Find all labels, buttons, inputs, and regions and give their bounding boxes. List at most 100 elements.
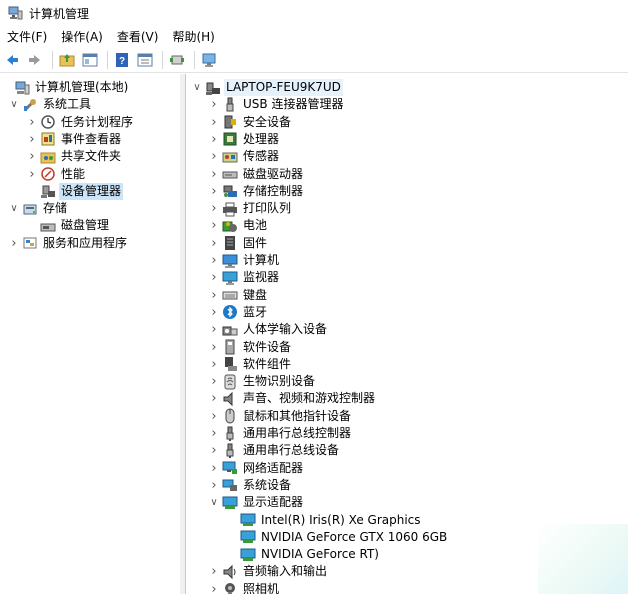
chevron-right-icon[interactable]: › <box>208 356 220 373</box>
toolbar: ? <box>0 48 628 73</box>
device-category-24[interactable]: › 音频输入和输出 <box>208 563 329 580</box>
device-category-9[interactable]: › 计算机 <box>208 252 281 269</box>
menu-help[interactable]: 帮助(H) <box>165 26 221 48</box>
nav-item-2[interactable]: › 任务计划程序 <box>26 114 135 131</box>
device-category-7[interactable]: › 电池 <box>208 217 269 234</box>
chevron-right-icon[interactable]: › <box>208 252 220 269</box>
device-category-14[interactable]: › 软件设备 <box>208 339 293 356</box>
chevron-right-icon[interactable]: › <box>208 131 220 148</box>
chevron-right-icon[interactable]: › <box>208 114 220 131</box>
device-category-12[interactable]: › 蓝牙 <box>208 304 269 321</box>
chevron-right-icon[interactable]: › <box>208 581 220 594</box>
device-item-1[interactable]: NVIDIA GeForce GTX 1060 6GB <box>226 529 449 546</box>
chevron-right-icon[interactable]: › <box>208 217 220 234</box>
device-category-15[interactable]: › 软件组件 <box>208 356 293 373</box>
nav-item-0[interactable]: 计算机管理(本地) <box>0 79 130 96</box>
device-category-13[interactable]: › 人体学输入设备 <box>208 321 329 338</box>
disk-drive-icon <box>222 166 238 182</box>
chevron-right-icon[interactable]: › <box>208 425 220 442</box>
device-category-10[interactable]: › 监视器 <box>208 269 281 286</box>
device-category-22[interactable]: › 系统设备 <box>208 477 293 494</box>
tree-item-label: 存储控制器 <box>243 183 304 198</box>
device-category-16[interactable]: › 生物识别设备 <box>208 373 317 390</box>
monitor-icon <box>222 270 238 286</box>
device-category-8[interactable]: › 固件 <box>208 235 269 252</box>
firmware-icon <box>222 235 238 251</box>
chevron-right-icon[interactable]: › <box>208 321 220 338</box>
chevron-right-icon[interactable]: › <box>208 96 220 113</box>
chevron-right-icon[interactable]: › <box>208 460 220 477</box>
up-folder-icon[interactable] <box>57 50 77 70</box>
chevron-right-icon[interactable]: › <box>208 200 220 217</box>
chevron-right-icon[interactable]: › <box>208 442 220 459</box>
device-category-0[interactable]: › USB 连接器管理器 <box>208 96 345 113</box>
chevron-right-icon[interactable]: › <box>8 235 20 252</box>
menu-action[interactable]: 操作(A) <box>54 26 110 48</box>
biometric-icon <box>222 374 238 390</box>
device-category-19[interactable]: › 通用串行总线控制器 <box>208 425 353 442</box>
nav-item-3[interactable]: › 事件查看器 <box>26 131 123 148</box>
chevron-right-icon[interactable]: › <box>208 287 220 304</box>
nav-item-9[interactable]: › 服务和应用程序 <box>8 235 129 252</box>
device-item-0[interactable]: Intel(R) Iris(R) Xe Graphics <box>226 512 423 529</box>
chevron-right-icon[interactable]: › <box>26 131 38 148</box>
device-category-4[interactable]: › 磁盘驱动器 <box>208 166 305 183</box>
chevron-right-icon[interactable]: › <box>208 390 220 407</box>
device-category-11[interactable]: › 键盘 <box>208 287 269 304</box>
nav-item-1[interactable]: ∨ 系统工具 <box>8 96 93 113</box>
display-adapter-child-icon <box>240 547 256 563</box>
chevron-down-icon[interactable]: ∨ <box>8 96 20 113</box>
chevron-right-icon[interactable]: › <box>208 148 220 165</box>
device-category-21[interactable]: › 网络适配器 <box>208 460 305 477</box>
device-category-25[interactable]: › 照相机 <box>208 581 281 594</box>
nav-item-6[interactable]: 设备管理器 <box>26 182 124 200</box>
chevron-right-icon[interactable]: › <box>208 477 220 494</box>
chevron-right-icon[interactable]: › <box>26 114 38 131</box>
properties-icon[interactable] <box>135 50 155 70</box>
help-icon[interactable]: ? <box>112 50 132 70</box>
chevron-right-icon[interactable]: › <box>208 563 220 580</box>
tree-item-label: 软件组件 <box>243 356 292 371</box>
device-category-20[interactable]: › 通用串行总线设备 <box>208 442 341 459</box>
device-tree-root[interactable]: ∨ LAPTOP-FEU9K7UD <box>191 79 343 96</box>
device-category-23[interactable]: ∨ 显示适配器 <box>208 494 305 511</box>
device-item-2[interactable]: NVIDIA GeForce RT) <box>226 546 381 563</box>
menu-file[interactable]: 文件(F) <box>0 26 54 48</box>
chevron-down-icon[interactable]: ∨ <box>191 79 203 96</box>
chevron-right-icon[interactable]: › <box>208 408 220 425</box>
navigation-tree: 计算机管理(本地) ∨ 系统工具 › 任务计划程序 › 事件查看器 › 共享文件夹 › 性能 设备管理… <box>0 74 181 594</box>
scan-hardware-icon[interactable] <box>199 50 219 70</box>
device-category-17[interactable]: › 声音、视频和游戏控制器 <box>208 390 377 407</box>
chevron-right-icon[interactable]: › <box>208 304 220 321</box>
back-icon[interactable] <box>2 50 22 70</box>
nav-item-4[interactable]: › 共享文件夹 <box>26 148 123 165</box>
software-component-icon <box>222 356 238 372</box>
update-driver-icon[interactable] <box>167 50 187 70</box>
chevron-right-icon[interactable]: › <box>208 235 220 252</box>
performance-icon <box>40 166 56 182</box>
device-category-2[interactable]: › 处理器 <box>208 131 281 148</box>
chevron-right-icon[interactable]: › <box>26 148 38 165</box>
nav-item-5[interactable]: › 性能 <box>26 166 87 183</box>
menu-view[interactable]: 查看(V) <box>110 26 166 48</box>
chevron-right-icon[interactable]: › <box>208 269 220 286</box>
device-category-5[interactable]: › 存储控制器 <box>208 183 305 200</box>
audio-io-icon <box>222 564 238 580</box>
forward-icon[interactable] <box>25 50 45 70</box>
device-category-6[interactable]: › 打印队列 <box>208 200 293 217</box>
chevron-right-icon[interactable]: › <box>26 166 38 183</box>
device-category-1[interactable]: › 安全设备 <box>208 114 293 131</box>
chevron-down-icon[interactable]: ∨ <box>208 494 220 511</box>
device-category-3[interactable]: › 传感器 <box>208 148 281 165</box>
chevron-right-icon[interactable]: › <box>208 166 220 183</box>
chevron-down-icon[interactable]: ∨ <box>8 200 20 217</box>
chevron-right-icon[interactable]: › <box>208 339 220 356</box>
device-category-18[interactable]: › 鼠标和其他指针设备 <box>208 408 353 425</box>
nav-item-8[interactable]: 磁盘管理 <box>26 217 111 234</box>
chevron-right-icon[interactable]: › <box>208 183 220 200</box>
chevron-right-icon[interactable]: › <box>208 373 220 390</box>
usb-connector-icon <box>222 97 238 113</box>
show-hide-tree-icon[interactable] <box>80 50 100 70</box>
nav-item-7[interactable]: ∨ 存储 <box>8 200 69 217</box>
